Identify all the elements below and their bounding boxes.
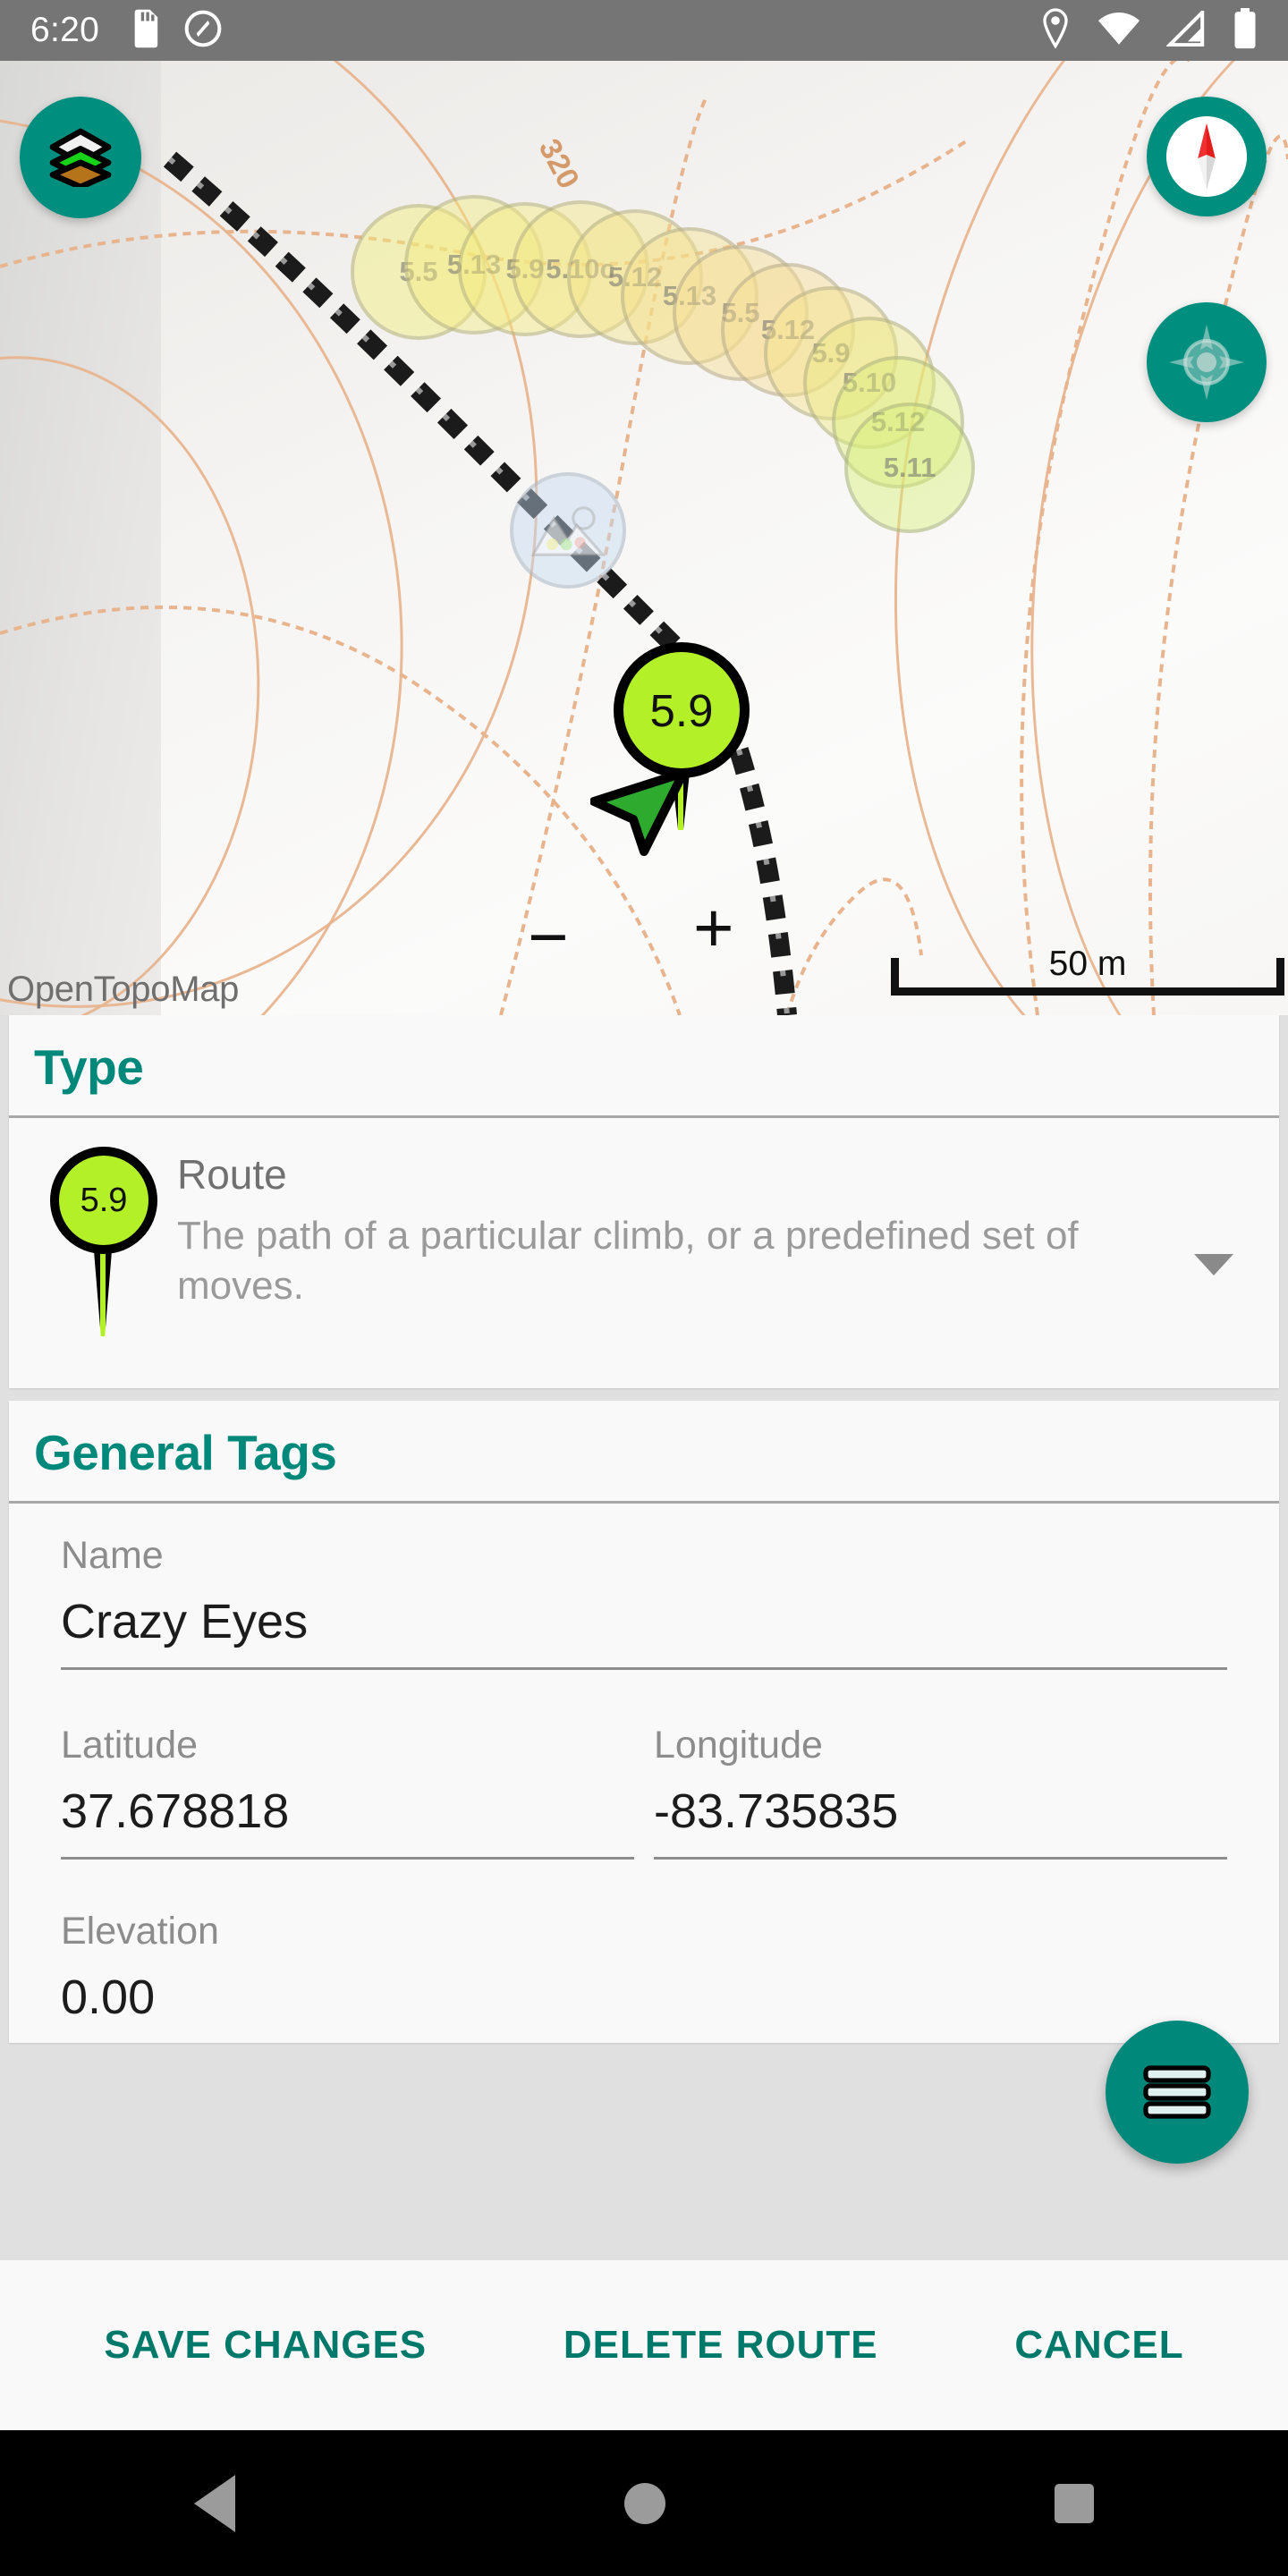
map-scale-bar: 50 m <box>891 945 1284 996</box>
menu-lines-icon <box>1143 2065 1211 2119</box>
longitude-input[interactable]: -83.735835 <box>654 1784 1227 1860</box>
type-selector-row[interactable]: 5.9 Route The path of a particular climb… <box>9 1118 1279 1388</box>
crag-mountain-icon[interactable] <box>510 472 626 589</box>
type-card: Type 5.9 Route The path of a particular … <box>9 1015 1279 1388</box>
menu-fab-button[interactable] <box>1106 2021 1249 2164</box>
status-bar: 6:20 <box>0 0 1288 61</box>
name-field-group[interactable]: Name Crazy Eyes <box>9 1504 1279 1670</box>
chevron-down-icon <box>1194 1254 1233 1275</box>
status-bar-clock: 6:20 <box>30 11 100 49</box>
type-card-header: Type <box>9 1015 1279 1118</box>
home-icon[interactable] <box>623 2482 665 2524</box>
general-tags-card-header: General Tags <box>9 1401 1279 1504</box>
wifi-icon <box>1098 11 1140 51</box>
latitude-field-label: Latitude <box>61 1724 199 1767</box>
elevation-input[interactable]: 0.00 <box>61 1970 1227 2043</box>
ghost-route-marker[interactable]: 5.11 <box>844 402 975 533</box>
type-pin-preview: 5.9 <box>34 1147 177 1352</box>
status-bar-left-icons <box>130 9 223 53</box>
coordinates-row: Latitude 37.678818 Longitude -83.735835 <box>9 1724 1279 1860</box>
general-tags-card: General Tags Name Crazy Eyes Latitude 37… <box>9 1401 1279 2043</box>
type-pin-grade: 5.9 <box>50 1147 157 1254</box>
map-layers-button[interactable] <box>20 97 141 218</box>
map-zoom-out-button[interactable]: − <box>528 902 569 971</box>
cell-signal-off-icon <box>1165 7 1206 51</box>
map-compass-button[interactable] <box>1147 97 1267 216</box>
map-attribution: OpenTopoMap <box>7 970 240 1009</box>
compass-icon <box>1165 115 1248 198</box>
my-location-icon <box>1169 325 1244 400</box>
location-pin-icon <box>1039 7 1072 54</box>
latitude-input[interactable]: 37.678818 <box>61 1784 634 1860</box>
data-saver-off-icon <box>183 9 223 53</box>
map-view[interactable]: 320 5.5 5.13 5.9 5.10c 5.12 5.13 5.5 5.12 5.9 5.1… <box>0 61 1288 1015</box>
layers-icon <box>49 128 112 187</box>
android-navigation-bar <box>0 2430 1288 2576</box>
route-editor-sheet[interactable]: Type 5.9 Route The path of a particular … <box>0 1015 1288 2260</box>
map-cursor-arrow <box>589 758 707 861</box>
recents-icon[interactable] <box>1054 2483 1094 2523</box>
status-bar-right-icons <box>1039 7 1258 54</box>
map-background: 320 5.5 5.13 5.9 5.10c 5.12 5.13 5.5 5.12 5.9 5.1… <box>0 61 1288 1015</box>
longitude-field-label: Longitude <box>654 1724 823 1767</box>
map-contour-overlay <box>0 61 1288 1015</box>
type-dropdown-button[interactable] <box>1174 1147 1254 1275</box>
type-section-title: Type <box>34 1039 144 1095</box>
delete-route-button[interactable]: DELETE ROUTE <box>547 2305 894 2385</box>
name-field-label: Name <box>61 1534 164 1577</box>
back-icon[interactable] <box>194 2474 236 2532</box>
general-tags-section-title: General Tags <box>34 1425 337 1480</box>
battery-icon <box>1233 7 1258 54</box>
type-description: The path of a particular climb, or a pre… <box>177 1214 1079 1309</box>
elevation-field-label: Elevation <box>61 1910 219 1953</box>
cancel-button[interactable]: CANCEL <box>998 2305 1199 2385</box>
latitude-field-group[interactable]: Latitude 37.678818 <box>61 1724 634 1860</box>
type-name: Route <box>177 1151 287 1198</box>
save-changes-button[interactable]: SAVE CHANGES <box>88 2305 443 2385</box>
sd-card-icon <box>130 9 160 53</box>
elevation-field-group[interactable]: Elevation 0.00 <box>9 1860 1279 2043</box>
map-zoom-in-button[interactable]: + <box>693 893 734 962</box>
map-my-location-button[interactable] <box>1147 302 1267 422</box>
map-scale-label: 50 m <box>1048 945 1127 983</box>
longitude-field-group[interactable]: Longitude -83.735835 <box>654 1724 1227 1860</box>
action-bar: SAVE CHANGES DELETE ROUTE CANCEL <box>0 2260 1288 2430</box>
name-input[interactable]: Crazy Eyes <box>61 1594 1227 1670</box>
